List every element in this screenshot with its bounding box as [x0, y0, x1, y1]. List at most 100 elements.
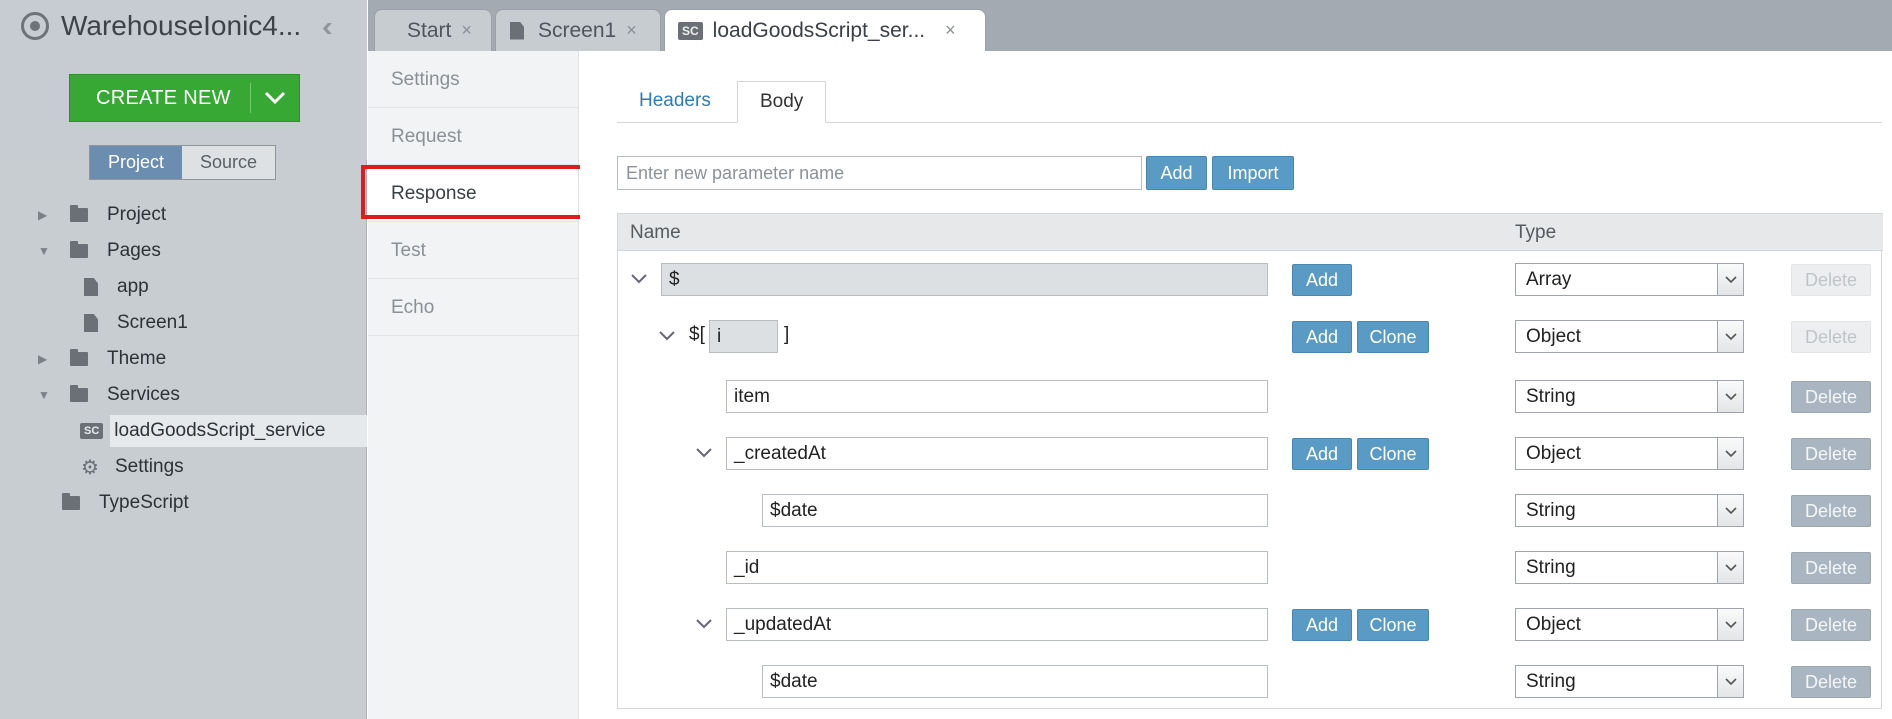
type-select-value: Object [1526, 614, 1581, 635]
folder-icon [62, 493, 80, 510]
type-select-value: Object [1526, 443, 1581, 464]
tab-headers[interactable]: Headers [617, 81, 733, 123]
delete-button[interactable]: Delete [1791, 552, 1871, 584]
create-new-label: CREATE NEW [96, 86, 231, 109]
delete-button[interactable]: Delete [1791, 438, 1871, 470]
param-name-field[interactable]: item [726, 380, 1268, 413]
delete-button[interactable]: Delete [1791, 264, 1871, 296]
tree-item-label: Project [107, 204, 167, 225]
import-button[interactable]: Import [1212, 156, 1294, 190]
delete-button[interactable]: Delete [1791, 381, 1871, 413]
tab-body[interactable]: Body [737, 81, 827, 123]
collapse-arrow-icon[interactable]: ▼ [38, 388, 52, 402]
type-select[interactable]: String [1515, 380, 1744, 413]
chevron-down-icon [1717, 321, 1743, 352]
type-select[interactable]: Object [1515, 437, 1744, 470]
app-title: WarehouseIonic4... [61, 10, 302, 41]
add-child-button[interactable]: Add [1292, 609, 1352, 641]
type-select[interactable]: String [1515, 494, 1744, 527]
tab-start[interactable]: Start × [374, 9, 492, 51]
delete-button[interactable]: Delete [1791, 495, 1871, 527]
service-menu: Settings Request Response Test Echo [368, 51, 579, 719]
menu-item-response[interactable]: Response [368, 165, 578, 222]
collapse-arrow-icon[interactable]: ▼ [38, 244, 52, 258]
response-editor: Headers Body Add Import Name Type $ Add … [580, 51, 1892, 719]
menu-item-test[interactable]: Test [368, 222, 578, 279]
page-icon [84, 278, 98, 296]
close-icon[interactable]: × [626, 20, 637, 41]
chevron-down-icon [1717, 438, 1743, 469]
tree-item-loadgoodsscript-service[interactable]: SC loadGoodsScript_service [80, 413, 367, 449]
parameter-name-input[interactable] [617, 156, 1142, 190]
tree-item-settings[interactable]: ⚙ Settings [79, 449, 184, 485]
response-subtabs: Headers Body [617, 81, 1882, 123]
menu-item-echo[interactable]: Echo [368, 279, 578, 336]
tree-item-pages[interactable]: ▼ Pages [38, 233, 161, 269]
close-icon[interactable]: × [945, 20, 956, 41]
tree-item-services[interactable]: ▼ Services [38, 377, 180, 413]
collapse-chevron-icon[interactable] [695, 444, 713, 462]
clone-button[interactable]: Clone [1357, 438, 1429, 470]
close-icon[interactable]: × [461, 20, 472, 41]
chevron-down-icon [1717, 552, 1743, 583]
type-select[interactable]: Array [1515, 263, 1744, 296]
page-icon [84, 314, 98, 332]
tab-label: loadGoodsScript_ser... [712, 18, 926, 42]
expand-arrow-icon[interactable]: ▶ [38, 208, 52, 222]
tree-item-project[interactable]: ▶ Project [38, 197, 166, 233]
page-icon [510, 21, 524, 40]
delete-button[interactable]: Delete [1791, 666, 1871, 698]
type-select[interactable]: String [1515, 665, 1744, 698]
tree-item-label: Theme [107, 348, 167, 369]
tree-item-label: Settings [115, 456, 184, 477]
grid-header: Name Type [618, 213, 1883, 251]
chevron-down-icon [1717, 609, 1743, 640]
create-new-button[interactable]: CREATE NEW [69, 74, 300, 122]
menu-item-settings[interactable]: Settings [368, 51, 578, 108]
tree-item-app[interactable]: app [84, 269, 149, 305]
type-select[interactable]: Object [1515, 608, 1744, 641]
tree-item-typescript[interactable]: TypeScript [62, 485, 189, 521]
collapse-chevron-icon[interactable] [658, 327, 676, 345]
add-parameter-button[interactable]: Add [1146, 156, 1207, 190]
delete-button[interactable]: Delete [1791, 321, 1871, 353]
delete-button[interactable]: Delete [1791, 609, 1871, 641]
param-name-field[interactable]: $date [762, 665, 1268, 698]
add-child-button[interactable]: Add [1292, 438, 1352, 470]
tab-label: Start [407, 18, 452, 42]
clone-button[interactable]: Clone [1357, 321, 1429, 353]
tree-item-screen1[interactable]: Screen1 [84, 305, 188, 341]
tree-item-label: loadGoodsScript_service [110, 415, 367, 447]
param-name-field[interactable]: _createdAt [726, 437, 1268, 470]
collapse-chevron-icon[interactable] [630, 270, 648, 288]
folder-icon [70, 385, 88, 402]
tab-screen1[interactable]: Screen1 × [495, 9, 661, 51]
chevron-down-icon [1717, 381, 1743, 412]
clone-button[interactable]: Clone [1357, 609, 1429, 641]
type-select[interactable]: String [1515, 551, 1744, 584]
tree-item-theme[interactable]: ▶ Theme [38, 341, 166, 377]
add-child-button[interactable]: Add [1292, 321, 1352, 353]
tree-item-label: app [117, 276, 149, 297]
menu-item-request[interactable]: Request [368, 108, 578, 165]
collapse-sidebar-icon[interactable]: ‹‹ [322, 12, 332, 42]
folder-icon [70, 205, 88, 222]
type-select-value: String [1526, 557, 1576, 578]
column-header-type: Type [1515, 222, 1557, 243]
param-name-field[interactable]: $ [661, 263, 1268, 296]
expand-arrow-icon[interactable]: ▶ [38, 352, 52, 366]
collapse-chevron-icon[interactable] [695, 615, 713, 633]
add-child-button[interactable]: Add [1292, 264, 1352, 296]
type-select-value: Object [1526, 326, 1581, 347]
script-icon: SC [678, 21, 703, 40]
source-view-button[interactable]: Source [182, 146, 276, 179]
tab-loadgoodsscript-service[interactable]: SC loadGoodsScript_ser... × [664, 9, 986, 51]
chevron-down-icon [1717, 495, 1743, 526]
param-name-field[interactable]: $date [762, 494, 1268, 527]
project-view-button[interactable]: Project [90, 146, 183, 179]
type-select[interactable]: Object [1515, 320, 1744, 353]
param-name-field[interactable]: _updatedAt [726, 608, 1268, 641]
chevron-down-icon[interactable] [251, 91, 299, 105]
array-index-field[interactable]: i [709, 320, 778, 353]
param-name-field[interactable]: _id [726, 551, 1268, 584]
